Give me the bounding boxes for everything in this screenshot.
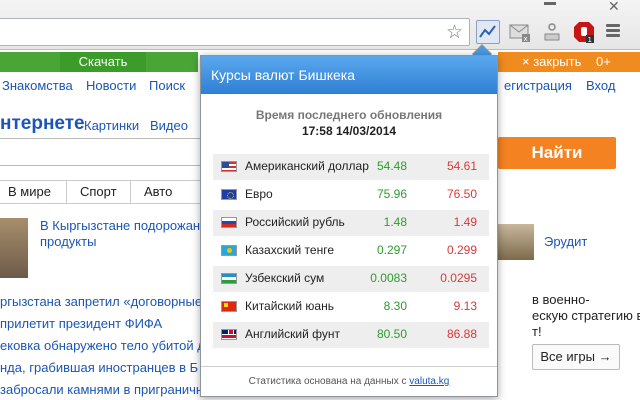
all-games-button[interactable]: Все игры → <box>532 344 620 370</box>
close-promo-link[interactable]: × закрыть <box>522 52 581 72</box>
game-thumbnail[interactable] <box>498 224 534 260</box>
close-window-icon[interactable]: ✕ <box>608 0 620 15</box>
tab-world[interactable]: В мире <box>8 184 51 199</box>
nav-news[interactable]: Новости <box>86 78 136 93</box>
promo-bar: × закрыть 0+ <box>498 52 640 72</box>
source-link[interactable]: valuta.kg <box>409 376 449 387</box>
currency-name: Казахский тенге <box>245 243 335 257</box>
star-icon[interactable]: ☆ <box>446 21 463 43</box>
rate-row: Английский фунт 80.50 86.88 <box>213 322 489 348</box>
news-headline-2[interactable]: ргызстана запретил «договорные» <box>0 294 209 309</box>
update-time: 17:58 14/03/2014 <box>301 124 397 138</box>
currency-name: Узбекский сум <box>245 271 325 285</box>
popup-footer-divider <box>201 366 497 367</box>
currency-name: Евро <box>245 187 273 201</box>
us-flag-icon <box>221 161 237 172</box>
news-headline-4[interactable]: ековка обнаружено тело убитой дев <box>0 338 219 353</box>
game-description: т! <box>532 324 542 339</box>
news-thumbnail[interactable] <box>0 218 28 278</box>
svg-text:x: x <box>524 35 528 43</box>
game-description: ескую стратегию в <box>532 308 640 323</box>
buy-rate: 0.0083 <box>370 271 407 285</box>
chart-extension-icon[interactable] <box>476 20 500 44</box>
tab-divider <box>66 181 67 203</box>
rate-row: Казахский тенге 0.297 0.299 <box>213 238 489 264</box>
svg-text:1: 1 <box>588 36 592 44</box>
currency-name: Российский рубль <box>245 215 345 229</box>
popup-footer: Статистика основана на данных с valuta.k… <box>201 376 497 387</box>
news-headline-1[interactable]: В Кыргызстане подорожан <box>40 218 200 233</box>
nav-registration[interactable]: егистрация <box>504 78 572 93</box>
sell-rate: 0.0295 <box>440 271 477 285</box>
subnav-images[interactable]: Картинки <box>84 118 139 133</box>
user-extension-icon[interactable] <box>540 20 564 44</box>
sell-rate: 54.61 <box>446 159 477 173</box>
popup-title: Курсы валют Бишкека <box>201 56 497 94</box>
rate-row: Узбекский сум 0.0083 0.0295 <box>213 266 489 292</box>
buy-rate: 54.48 <box>376 159 407 173</box>
search-button[interactable]: Найти <box>498 137 616 169</box>
update-label: Время последнего обновления <box>255 108 443 122</box>
sell-rate: 0.299 <box>446 243 477 257</box>
sell-rate: 76.50 <box>446 187 477 201</box>
buy-rate: 80.50 <box>376 327 407 341</box>
browser-toolbar: ✕ ☆ x 1 <box>0 0 640 50</box>
game-description: в военно- <box>532 292 590 307</box>
menu-icon[interactable] <box>606 24 620 39</box>
currency-name: Американский доллар <box>245 159 369 173</box>
age-badge: 0+ <box>596 54 611 69</box>
news-headline-1-cont[interactable]: продукты <box>40 234 96 249</box>
nav-search[interactable]: Поиск <box>149 78 185 93</box>
buy-rate: 1.48 <box>383 215 407 229</box>
cn-flag-icon <box>221 301 237 312</box>
buy-rate: 8.30 <box>383 299 407 313</box>
subnav-video[interactable]: Видео <box>150 118 188 133</box>
buy-rate: 75.96 <box>376 187 407 201</box>
search-input[interactable] <box>0 138 202 166</box>
download-bar: Скачать <box>0 52 198 72</box>
search-title: нтернете <box>0 113 85 134</box>
news-headline-6[interactable]: забросали камнями в приграничн <box>0 382 203 397</box>
rate-row: Китайский юань 8.30 9.13 <box>213 294 489 320</box>
ru-flag-icon <box>221 217 237 228</box>
address-bar[interactable] <box>0 18 470 46</box>
stop-extension-icon[interactable]: 1 <box>572 20 596 44</box>
tab-auto[interactable]: Авто <box>144 184 172 199</box>
rate-row: Российский рубль 1.48 1.49 <box>213 210 489 236</box>
news-headline-3[interactable]: прилетит президент ФИФА <box>0 316 162 331</box>
currency-name: Английский фунт <box>245 327 341 341</box>
currency-name: Китайский юань <box>245 299 334 313</box>
kz-flag-icon <box>221 245 237 256</box>
nav-login[interactable]: Вход <box>586 78 615 93</box>
rate-row: Американский доллар 54.48 54.61 <box>213 154 489 180</box>
sell-rate: 1.49 <box>453 215 477 229</box>
download-button[interactable]: Скачать <box>60 52 146 72</box>
tab-sport[interactable]: Спорт <box>80 184 117 199</box>
tab-divider <box>130 181 131 203</box>
gb-flag-icon <box>221 329 237 340</box>
news-headline-5[interactable]: нда, грабившая иностранцев в Б <box>0 360 198 375</box>
sell-rate: 86.88 <box>446 327 477 341</box>
eu-flag-icon <box>221 189 237 200</box>
nav-dating[interactable]: Знакомства <box>2 78 73 93</box>
sell-rate: 9.13 <box>453 299 477 313</box>
game-title[interactable]: Эрудит <box>544 234 587 249</box>
mail-extension-icon[interactable]: x <box>508 20 532 44</box>
rate-row: Евро 75.96 76.50 <box>213 182 489 208</box>
minimize-icon[interactable] <box>544 2 556 5</box>
buy-rate: 0.297 <box>376 243 407 257</box>
footer-text: Статистика основана на данных с <box>248 376 407 387</box>
currency-popup: Курсы валют Бишкека Время последнего обн… <box>200 55 498 397</box>
uz-flag-icon <box>221 273 237 284</box>
